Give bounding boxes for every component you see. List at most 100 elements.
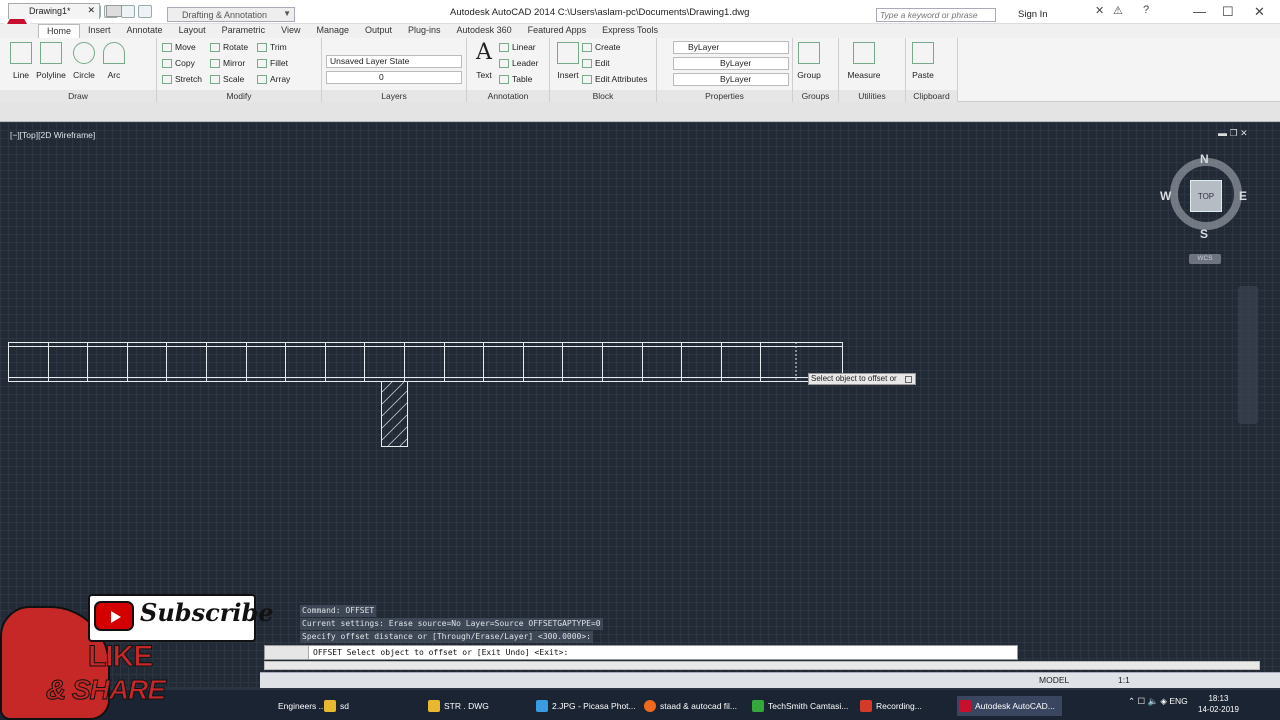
new-tab-button[interactable]	[106, 5, 122, 17]
tab-layout[interactable]: Layout	[171, 24, 214, 38]
close-window-button[interactable]: ✕	[1254, 4, 1265, 20]
insert-button[interactable]: Insert	[551, 40, 585, 80]
maximize-button[interactable]: ☐	[1222, 4, 1234, 20]
tab-parametric[interactable]: Parametric	[214, 24, 274, 38]
utilities-panel-title[interactable]: Utilities	[839, 90, 905, 102]
leader-button[interactable]: Leader	[499, 58, 538, 68]
layer-state-select[interactable]: Unsaved Layer State	[326, 55, 462, 68]
command-line[interactable]: OFFSET Select object to offset or [Exit …	[264, 645, 1018, 660]
move-label: Move	[175, 42, 196, 52]
scale-button[interactable]: Scale	[210, 74, 244, 84]
tab-express-tools[interactable]: Express Tools	[594, 24, 666, 38]
drawing-geometry[interactable]	[0, 330, 920, 455]
help-icon[interactable]: ?	[1143, 4, 1149, 16]
measure-button[interactable]: Measure	[847, 40, 881, 80]
polyline-icon	[40, 42, 62, 64]
undo-icon[interactable]	[121, 5, 135, 18]
viewcube-top-face[interactable]: TOP	[1190, 180, 1222, 212]
minimize-button[interactable]: —	[1193, 4, 1206, 19]
annotation-panel-title[interactable]: Annotation	[467, 90, 549, 102]
taskbar-item[interactable]: TechSmith Camtasi...	[750, 696, 850, 716]
group-button[interactable]: Group	[792, 40, 826, 80]
system-tray[interactable]: ⌃ ☐ 🔈 ◈ ENG	[1128, 696, 1188, 707]
block-panel-title[interactable]: Block	[550, 90, 656, 102]
command-history-line: Current settings: Erase source=No Layer=…	[300, 618, 603, 630]
line-button[interactable]: Line	[4, 40, 38, 80]
properties-panel-title[interactable]: Properties	[657, 90, 792, 102]
wcs-menu[interactable]: WCS	[1189, 254, 1221, 264]
create-block-button[interactable]: Create	[582, 42, 621, 52]
draw-panel-title[interactable]: Draw	[0, 90, 156, 102]
groups-panel-title[interactable]: Groups	[793, 90, 838, 102]
stretch-button[interactable]: Stretch	[162, 74, 202, 84]
mirror-button[interactable]: Mirror	[210, 58, 245, 68]
tab-plug-ins[interactable]: Plug-ins	[400, 24, 449, 38]
tab-insert[interactable]: Insert	[80, 24, 119, 38]
tab-home[interactable]: Home	[38, 24, 81, 38]
tab-output[interactable]: Output	[357, 24, 400, 38]
language-indicator[interactable]: ENG	[1169, 696, 1187, 706]
edit-attributes-button[interactable]: Edit Attributes	[582, 74, 647, 84]
tab-view[interactable]: View	[273, 24, 308, 38]
horizontal-scrollbar[interactable]	[264, 661, 1260, 670]
post-lines	[8, 342, 761, 382]
layer-select[interactable]: 0	[326, 71, 462, 84]
circle-button[interactable]: Circle	[67, 40, 101, 80]
compass-east[interactable]: E	[1239, 189, 1247, 203]
copy-button[interactable]: Copy	[162, 58, 195, 68]
taskbar-item[interactable]: Engineers ...	[260, 696, 326, 716]
text-button[interactable]: A Text	[467, 40, 501, 80]
taskbar-item[interactable]: Recording...	[858, 696, 948, 716]
navigation-bar[interactable]	[1238, 286, 1258, 424]
a360-icon[interactable]: ⚠	[1113, 4, 1123, 17]
compass-south[interactable]: S	[1200, 227, 1208, 241]
taskbar-item-active[interactable]: Autodesk AutoCAD...	[957, 696, 1062, 716]
clock-date: 14-02-2019	[1198, 705, 1239, 714]
tooltip-options-icon[interactable]	[905, 376, 912, 383]
taskbar-item[interactable]: 2.JPG - Picasa Phot...	[534, 696, 636, 716]
compass-west[interactable]: W	[1160, 189, 1171, 203]
model-space-button[interactable]: MODEL	[1039, 675, 1069, 685]
move-button[interactable]: Move	[162, 42, 196, 52]
paste-button[interactable]: Paste	[906, 40, 940, 80]
text-icon: A	[476, 40, 492, 65]
sign-in-button[interactable]: Sign In	[1018, 9, 1048, 20]
taskbar-item[interactable]: sd	[322, 696, 422, 716]
viewport-window-controls[interactable]: ▬ ❐ ✕	[1218, 128, 1248, 139]
tab-autodesk-360[interactable]: Autodesk 360	[449, 24, 520, 38]
linetype-select[interactable]: ByLayer	[673, 57, 789, 70]
viewport-controls[interactable]: [−][Top][2D Wireframe]	[10, 130, 95, 140]
create-label: Create	[595, 42, 621, 52]
workspace-select[interactable]: Drafting & Annotation ▼	[167, 7, 295, 22]
compass-north[interactable]: N	[1200, 152, 1209, 166]
taskbar-item[interactable]: STR . DWG	[426, 696, 526, 716]
trim-button[interactable]: Trim	[257, 42, 287, 52]
layers-panel-title[interactable]: Layers	[322, 90, 466, 102]
arc-button[interactable]: Arc	[97, 40, 131, 80]
rotate-button[interactable]: Rotate	[210, 42, 248, 52]
redo-icon[interactable]	[138, 5, 152, 18]
command-line-icons[interactable]	[265, 646, 309, 659]
linear-button[interactable]: Linear	[499, 42, 536, 52]
tab-manage[interactable]: Manage	[308, 24, 357, 38]
array-button[interactable]: Array	[257, 74, 290, 84]
exchange-icon[interactable]: ✕	[1095, 4, 1104, 17]
color-select[interactable]: ByLayer	[673, 41, 789, 54]
close-icon[interactable]: ✕	[87, 5, 95, 16]
clock[interactable]: 18:13 14-02-2019	[1198, 693, 1239, 715]
command-history-line: Specify offset distance or [Through/Eras…	[300, 631, 593, 643]
taskbar-item[interactable]: staad & autocad fil...	[642, 696, 742, 716]
block-panel: Insert Create Edit Edit Attributes Block	[550, 38, 657, 102]
annotation-scale[interactable]: 1:1	[1118, 675, 1130, 685]
help-search-input[interactable]	[876, 8, 996, 22]
tab-annotate[interactable]: Annotate	[119, 24, 171, 38]
tab-featured-apps[interactable]: Featured Apps	[520, 24, 595, 38]
fillet-button[interactable]: Fillet	[257, 58, 288, 68]
modify-panel-title[interactable]: Modify	[157, 90, 321, 102]
document-tab[interactable]: Drawing1* ✕	[8, 3, 100, 19]
modify-panel: Move Rotate Trim Copy Mirror Fillet Stre…	[157, 38, 322, 102]
table-button[interactable]: Table	[499, 74, 532, 84]
edit-block-button[interactable]: Edit	[582, 58, 610, 68]
polyline-button[interactable]: Polyline	[34, 40, 68, 80]
lineweight-select[interactable]: ByLayer	[673, 73, 789, 86]
